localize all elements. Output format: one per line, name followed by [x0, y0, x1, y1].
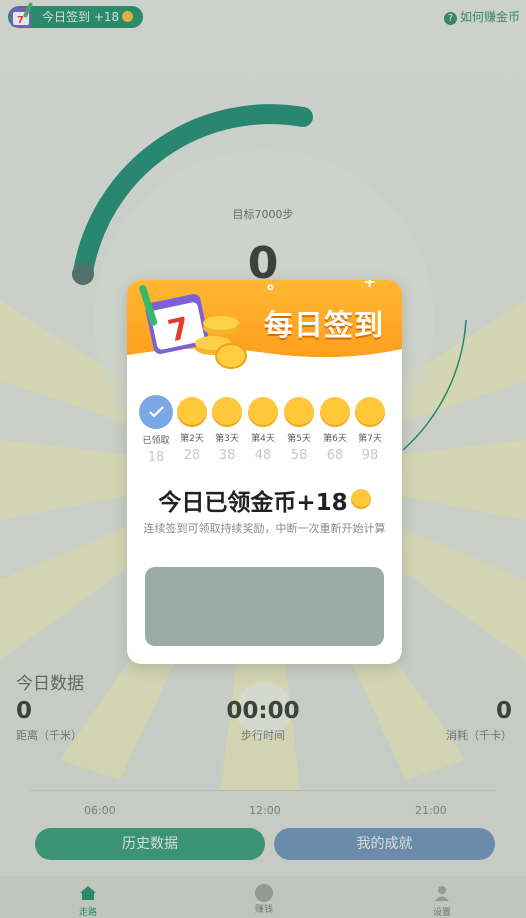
checkin-day-reward: 98: [361, 448, 379, 460]
checkin-day: 第3天 38: [210, 397, 244, 460]
smiley-coin-icon: [177, 397, 207, 427]
smiley-coin-icon: [284, 397, 314, 427]
checkin-day-label: 第5天: [287, 434, 311, 444]
checkin-day-reward: 58: [290, 448, 308, 460]
smiley-coin-icon: [248, 397, 278, 427]
checkin-days: 已领取 18 第2天 28 第3天 38 第4天 48 第5天 58 第6天 6…: [139, 395, 390, 467]
claimed-coins-text: 今日已领金币+18: [158, 490, 348, 516]
checkin-day-reward: 28: [183, 448, 201, 460]
checkin-day-label: 已领取: [142, 436, 170, 446]
daily-checkin-modal: 每日签到 + o 7 已领取 18 第2天 28 第3天 38 第4天 48 第…: [127, 280, 402, 664]
smiley-coin-icon: [350, 489, 371, 509]
calendar-coins-illustration: 7: [139, 284, 247, 369]
checkin-day-reward: 48: [254, 448, 272, 460]
checkin-day: 第2天 28: [175, 397, 209, 460]
smiley-coin-icon: [355, 397, 385, 427]
checkin-rules-note: 连续签到可领取持续奖励，中断一次重新开始计算: [143, 522, 386, 535]
checkin-day-label: 第6天: [323, 434, 347, 444]
app-screen: 7 今日签到 +18 ? 如何赚金币 目标7000步 0 今日数据 0 距离（千…: [0, 0, 526, 918]
claimed-coins-heading: 今日已领金币+18: [127, 483, 402, 517]
smiley-coin-icon: [320, 397, 350, 427]
smiley-coin-icon: [212, 397, 242, 427]
checkin-day: 第4天 48: [246, 397, 280, 460]
checkin-day-reward: 38: [218, 448, 236, 460]
checkin-day-label: 第3天: [215, 434, 239, 444]
ad-placeholder[interactable]: [145, 567, 384, 646]
checkin-day-label: 第7天: [358, 434, 382, 444]
checkin-day: 第6天 68: [318, 397, 352, 460]
checkin-day-reward: 68: [326, 448, 344, 460]
checkin-day-reward: 18: [147, 450, 165, 462]
checkin-day: 第5天 58: [282, 397, 316, 460]
checkin-day-label: 第2天: [180, 434, 204, 444]
checkin-day: 第7天 98: [353, 397, 387, 460]
modal-title: 每日签到: [263, 308, 384, 342]
checkmark-icon: [139, 395, 173, 429]
checkin-day-label: 第4天: [251, 434, 275, 444]
checkin-day: 已领取 18: [139, 395, 173, 462]
sparkle-icon: +: [363, 280, 377, 291]
sparkle-icon: o: [267, 282, 274, 293]
